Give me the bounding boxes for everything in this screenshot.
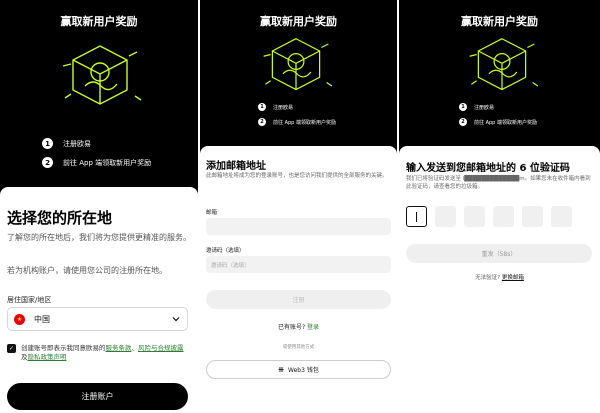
terms-text: 创建账号即表示我同意欧易的服务条款、风险与合规披露及隐私政策声明	[21, 344, 187, 362]
okx-cube-logo	[263, 38, 333, 91]
risk-disclosure-link[interactable]: 风险与合规披露	[138, 344, 184, 352]
code-digit-6[interactable]	[551, 206, 572, 227]
referral-label: 邀请码（选填）	[206, 248, 245, 254]
step-2: 2 前往 App 端领取新用户奖励	[42, 157, 151, 168]
step-1: 1 注册欧易	[459, 103, 494, 111]
alt-methods-divider: 或使用其他方式	[282, 345, 315, 350]
code-digit-5[interactable]	[522, 206, 543, 227]
step-2-text: 前往 App 端领取新用户奖励	[273, 119, 336, 126]
email-screen: 赢取新用户奖励 1 注册欧易 2 前往 App 端领取新用户奖励 添加邮箱地址 …	[200, 0, 397, 413]
step-1: 1 注册欧易	[42, 138, 91, 149]
verify-description: 我们已将验证码发送至 l█████████████m。如果您未在收件箱内看到此验…	[406, 176, 591, 190]
terms-row: ✓ 创建账号即表示我同意欧易的服务条款、风险与合规披露及隐私政策声明	[7, 344, 187, 362]
step-2-text: 前往 App 端领取新用户奖励	[474, 119, 537, 126]
privacy-policy-link[interactable]: 隐私政策声明	[28, 353, 67, 361]
page-title: 输入发送到您邮箱地址的 6 位验证码	[406, 163, 570, 174]
step-2: 2 前往 App 端领取新用户奖励	[258, 118, 336, 126]
email-sheet: 添加邮箱地址 此邮箱地址将成为您的登录账号，也是您访问我们提供的全部服务的关键。…	[200, 146, 397, 413]
step-1-text: 注册欧易	[273, 104, 294, 111]
login-link[interactable]: 登录	[307, 324, 319, 331]
page-title: 选择您的所在地	[7, 209, 113, 227]
step-1-text: 注册欧易	[474, 104, 495, 111]
step-2-number: 2	[42, 157, 53, 168]
location-description: 了解您的所在地后，我们将为您提供更精准的服务。	[7, 233, 191, 242]
location-screen: 赢取新用户奖励 1 注册欧易 2 前往 App 端领取新用户奖励 选择您的所在地…	[0, 0, 198, 413]
terms-prefix: 创建账号即表示我同意欧易的	[21, 344, 106, 352]
hero-title: 赢取新用户奖励	[260, 15, 337, 28]
check-icon: ✓	[8, 345, 15, 352]
step-1: 1 注册欧易	[258, 103, 293, 111]
step-1-number: 1	[459, 103, 467, 111]
code-digit-4[interactable]	[493, 206, 514, 227]
institution-note: 若为机构账户，请使用您公司的注册所在地。	[7, 266, 167, 275]
email-description: 此邮箱地址将成为您的登录账号，也是您访问我们提供的全部服务的关键。	[206, 173, 388, 179]
verify-screen: 赢取新用户奖励 1 注册欧易 2 前往 App 端领取新用户奖励 输入发送到您邮…	[399, 0, 600, 413]
login-prompt: 已有账号? 登录	[200, 322, 397, 331]
terms-checkbox[interactable]: ✓	[7, 344, 16, 353]
register-button[interactable]: 注册	[206, 290, 391, 309]
step-1-number: 1	[258, 103, 266, 111]
step-1-text: 注册欧易	[63, 139, 91, 148]
email-field[interactable]	[206, 218, 391, 235]
china-flag-icon: ★	[14, 313, 25, 325]
okx-cube-logo	[62, 45, 142, 105]
chevron-down-icon	[172, 317, 180, 322]
step-1-number: 1	[42, 138, 53, 149]
web3-label: Web3 钱包	[288, 367, 319, 374]
verify-sheet: 输入发送到您邮箱地址的 6 位验证码 我们已将验证码发送至 l█████████…	[399, 146, 600, 413]
resend-button[interactable]: 重发（58s）	[406, 244, 592, 263]
change-email-link[interactable]: 更换邮箱	[502, 275, 524, 281]
no-verify-row: 无法验证? 更换邮箱	[399, 273, 600, 281]
have-account-text: 已有账号?	[277, 324, 306, 331]
code-digit-2[interactable]	[435, 206, 456, 227]
okx-cube-logo	[469, 38, 539, 91]
step-2-number: 2	[459, 118, 467, 126]
location-sheet: 选择您的所在地 了解您的所在地后，我们将为您提供更精准的服务。 若为机构账户，请…	[0, 187, 198, 413]
terms-of-service-link[interactable]: 服务条款	[106, 344, 132, 352]
page-title: 添加邮箱地址	[206, 161, 266, 172]
code-input-row	[406, 206, 572, 227]
referral-field[interactable]: 邀请码（选填）	[206, 256, 391, 273]
step-2: 2 前往 App 端领取新用户奖励	[459, 118, 537, 126]
email-label: 邮箱	[206, 210, 218, 216]
no-verify-text: 无法验证?	[475, 275, 501, 281]
hero-title: 赢取新用户奖励	[60, 15, 138, 28]
web3-wallet-button[interactable]: ⁜ Web3 钱包	[206, 360, 391, 379]
country-select[interactable]: ★ 中国	[7, 307, 188, 331]
country-label: 居住国家/地区	[7, 296, 52, 304]
code-digit-3[interactable]	[464, 206, 485, 227]
okx-icon: ⁜	[278, 365, 285, 374]
country-value: 中国	[34, 314, 50, 324]
hero-title: 赢取新用户奖励	[461, 15, 538, 28]
code-digit-1[interactable]	[406, 206, 427, 227]
step-2-text: 前往 App 端领取新用户奖励	[63, 158, 152, 167]
register-account-button[interactable]: 注册账户	[7, 383, 188, 410]
step-2-number: 2	[258, 118, 266, 126]
